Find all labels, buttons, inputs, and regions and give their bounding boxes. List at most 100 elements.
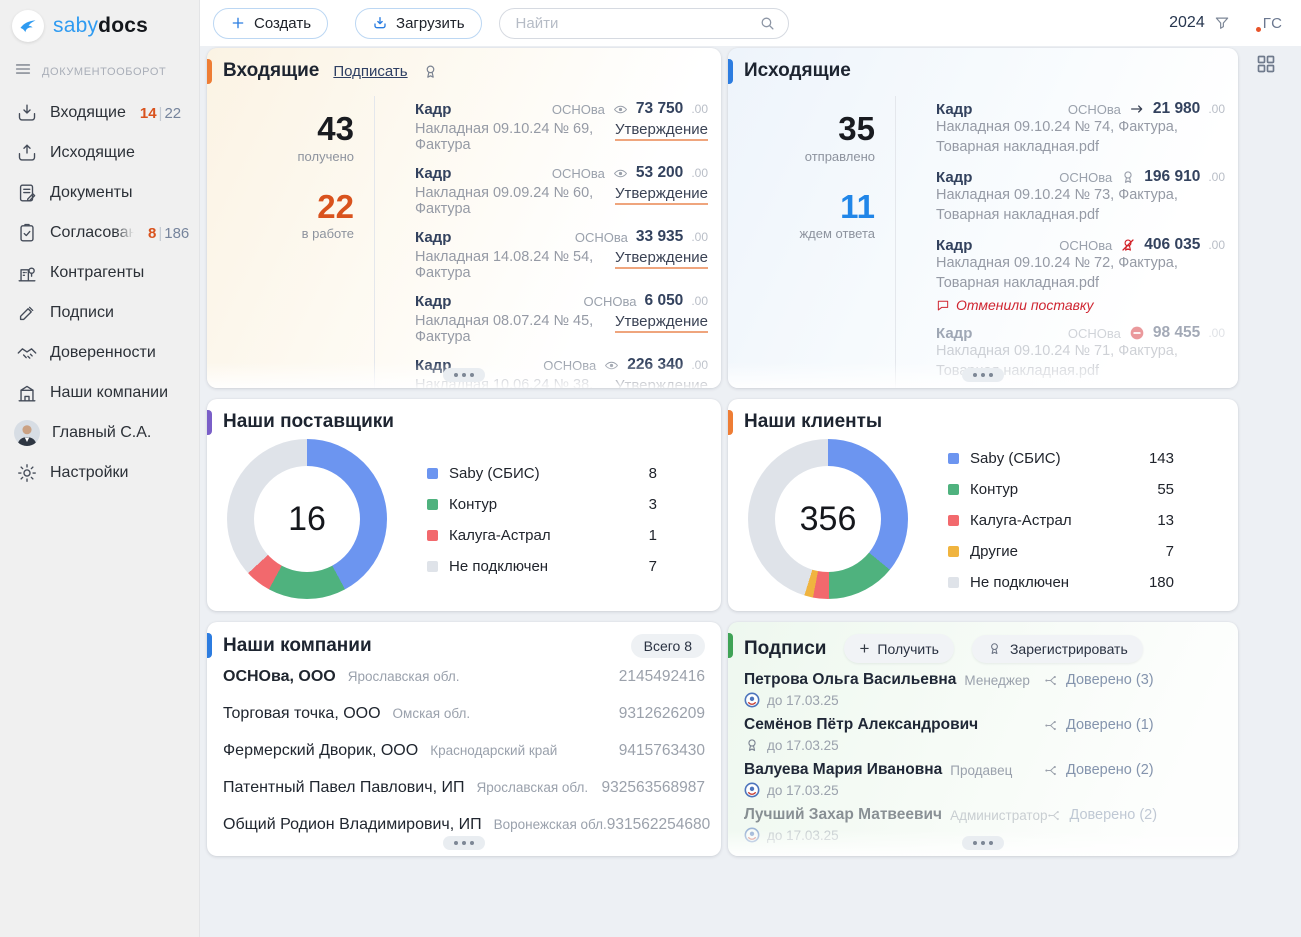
- company-row[interactable]: Патентный Павел Павлович, ИПЯрославская …: [223, 779, 705, 816]
- clients-card: Наши клиенты 356 Saby (СБИС)143Контур55К…: [728, 399, 1238, 611]
- delegated-link[interactable]: Доверено (2): [1047, 807, 1222, 823]
- delegated-link[interactable]: Доверено (3): [1044, 672, 1222, 688]
- signature-row[interactable]: Семёнов Пётр АлександровичДоверено (1)до…: [744, 716, 1222, 753]
- doc-status-link[interactable]: Утверждение: [615, 249, 708, 269]
- sidebar-item-profile[interactable]: Главный С.А.: [0, 413, 199, 453]
- incoming-document-row[interactable]: КадрОСНОва73 750.00Накладная 09.10.24 № …: [415, 100, 708, 153]
- signatures-title: Подписи: [744, 638, 826, 660]
- companies-list: ОСНОва, ООО Ярославская обл. 2145492416 Тор…: [207, 662, 721, 853]
- sidebar-item-gear[interactable]: Настройки: [0, 453, 199, 493]
- incoming-document-row[interactable]: КадрОСНОва53 200.00Накладная 09.09.24 № …: [415, 164, 708, 217]
- doc-status-link[interactable]: Утверждение: [615, 185, 708, 205]
- incoming-document-row[interactable]: КадрОСНОва33 935.00Накладная 14.08.24 № …: [415, 228, 708, 281]
- company-row[interactable]: Торговая точка, ООООмская обл.9312626209: [223, 705, 705, 742]
- doc-company: Кадр: [936, 169, 972, 186]
- company-name: ОСНОва, ООО: [223, 668, 336, 686]
- signature-role: Менеджер: [964, 673, 1030, 688]
- doc-comment-text: Отменили поставку: [956, 297, 1094, 313]
- sidebar-item-documents[interactable]: Документы: [0, 173, 199, 213]
- outgoing-document-row[interactable]: КадрОСНОва21 980.00Накладная 09.10.24 № …: [936, 100, 1225, 157]
- search-input[interactable]: [516, 15, 759, 32]
- register-signature-button[interactable]: Зарегистрировать: [972, 635, 1143, 663]
- sidebar-item-label: Согласование: [50, 224, 134, 242]
- delegated-link[interactable]: Доверено (1): [1044, 717, 1222, 733]
- waiting-count[interactable]: 11: [728, 190, 875, 225]
- incoming-card: Входящие Подписать 43 получено 22 в рабо…: [207, 48, 721, 388]
- legend-item[interactable]: Контур55: [948, 474, 1174, 505]
- legend-label: Контур: [970, 481, 1018, 498]
- menu-toggle-icon[interactable]: [14, 60, 32, 83]
- doc-row-line1: Кадр ОСНОва53 200.00: [415, 164, 708, 182]
- delegated-link[interactable]: Доверено (2): [1044, 762, 1222, 778]
- company-region: Ярославская обл.: [348, 669, 460, 684]
- in-progress-count[interactable]: 22: [207, 190, 354, 225]
- sidebar-item-outbox[interactable]: Исходящие: [0, 133, 199, 173]
- sign-link[interactable]: Подписать: [333, 63, 407, 80]
- doc-amount-cents: .00: [691, 102, 708, 116]
- more-button[interactable]: [443, 368, 485, 382]
- legend-item[interactable]: Saby (СБИС)143: [948, 443, 1174, 474]
- doc-comment[interactable]: Отменили поставку: [936, 297, 1225, 313]
- doc-description: Накладная 09.10.24 № 69, Фактура: [415, 121, 615, 153]
- signatures-card: Подписи + Получить Зарегистрировать Петр…: [728, 622, 1238, 856]
- dashboard-grid-icon[interactable]: [1256, 54, 1276, 74]
- company-row[interactable]: ОСНОва, ООО Ярославская обл. 2145492416: [223, 668, 705, 705]
- doc-company: Кадр: [415, 165, 451, 182]
- upload-label: Загрузить: [396, 15, 465, 32]
- doc-status-link[interactable]: Утверждение: [615, 377, 708, 388]
- clients-donut-chart[interactable]: 356: [748, 439, 908, 599]
- company-row[interactable]: Фермерский Дворик, ОООКраснодарский край…: [223, 742, 705, 779]
- legend-item[interactable]: Калуга-Астрал13: [948, 505, 1174, 536]
- more-button[interactable]: [443, 836, 485, 850]
- signature-row[interactable]: Валуева Мария ИвановнаПродавецДоверено (…: [744, 761, 1222, 798]
- doc-row-line1: КадрОСНОва98 455.00: [936, 324, 1225, 342]
- main-area: Создать Загрузить 2024 ГС: [200, 0, 1301, 937]
- doc-amount: 73 750: [636, 100, 683, 118]
- legend-item[interactable]: Не подключен180: [948, 567, 1174, 598]
- user-avatar-initials[interactable]: ГС: [1257, 15, 1283, 32]
- received-count[interactable]: 43: [207, 112, 354, 147]
- outgoing-document-row[interactable]: КадрОСНОва406 035.00Накладная 09.10.24 №…: [936, 236, 1225, 313]
- legend-label: Калуга-Астрал: [449, 527, 551, 544]
- doc-amount: 21 980: [1153, 100, 1200, 118]
- legend-label: Не подключен: [970, 574, 1069, 591]
- sidebar-item-approval[interactable]: Согласование8|186: [0, 213, 199, 253]
- signature-row[interactable]: Петрова Ольга ВасильевнаМенеджерДоверено…: [744, 671, 1222, 708]
- legend-value: 1: [649, 527, 657, 544]
- legend-value: 7: [649, 558, 657, 575]
- create-button[interactable]: Создать: [213, 8, 328, 39]
- sidebar-item-handshake[interactable]: Доверенности: [0, 333, 199, 373]
- doc-status-link[interactable]: Утверждение: [615, 313, 708, 333]
- get-signature-button[interactable]: + Получить: [844, 634, 953, 663]
- incoming-document-row[interactable]: КадрОСНОва6 050.00Накладная 08.07.24 № 4…: [415, 292, 708, 345]
- doc-status-link[interactable]: Утверждение: [615, 121, 708, 141]
- more-button[interactable]: [962, 836, 1004, 850]
- sidebar-item-signature[interactable]: Подписи: [0, 293, 199, 333]
- legend-item[interactable]: Saby (СБИС)8: [427, 458, 657, 489]
- doc-meta: ОСНОва53 200.00: [552, 164, 708, 182]
- suppliers-donut-chart[interactable]: 16: [227, 439, 387, 599]
- search-box[interactable]: [499, 8, 789, 39]
- legend-item[interactable]: Другие7: [948, 536, 1174, 567]
- sidebar-item-counterparties[interactable]: Контрагенты: [0, 253, 199, 293]
- company-inn: 2145492416: [619, 668, 705, 686]
- doc-description: Накладная 09.10.24 № 74, Фактура, Товарн…: [936, 118, 1225, 157]
- search-icon[interactable]: [759, 15, 776, 32]
- logo[interactable]: sabydocs: [0, 0, 199, 50]
- legend-item[interactable]: Калуга-Астрал 1: [427, 520, 657, 551]
- legend-item[interactable]: Не подключен7: [427, 551, 657, 582]
- legend-item[interactable]: Контур3: [427, 489, 657, 520]
- company-region: Краснодарский край: [430, 743, 557, 758]
- doc-org: ОСНОва: [575, 230, 628, 245]
- year-filter[interactable]: 2024: [1169, 14, 1231, 32]
- upload-button[interactable]: Загрузить: [355, 8, 482, 39]
- sidebar-item-inbox[interactable]: Входящие14|22: [0, 93, 199, 133]
- outgoing-document-row[interactable]: КадрОСНОва196 910.00Накладная 09.10.24 №…: [936, 168, 1225, 225]
- sent-count[interactable]: 35: [728, 112, 875, 147]
- sidebar-item-building[interactable]: Наши компании: [0, 373, 199, 413]
- doc-meta: ОСНОва226 340.00: [543, 356, 708, 374]
- more-button[interactable]: [962, 368, 1004, 382]
- legend-label: Saby (СБИС): [970, 450, 1061, 467]
- doc-meta: ОСНОва21 980.00: [1068, 100, 1225, 118]
- doc-meta: ОСНОва6 050.00: [584, 292, 708, 310]
